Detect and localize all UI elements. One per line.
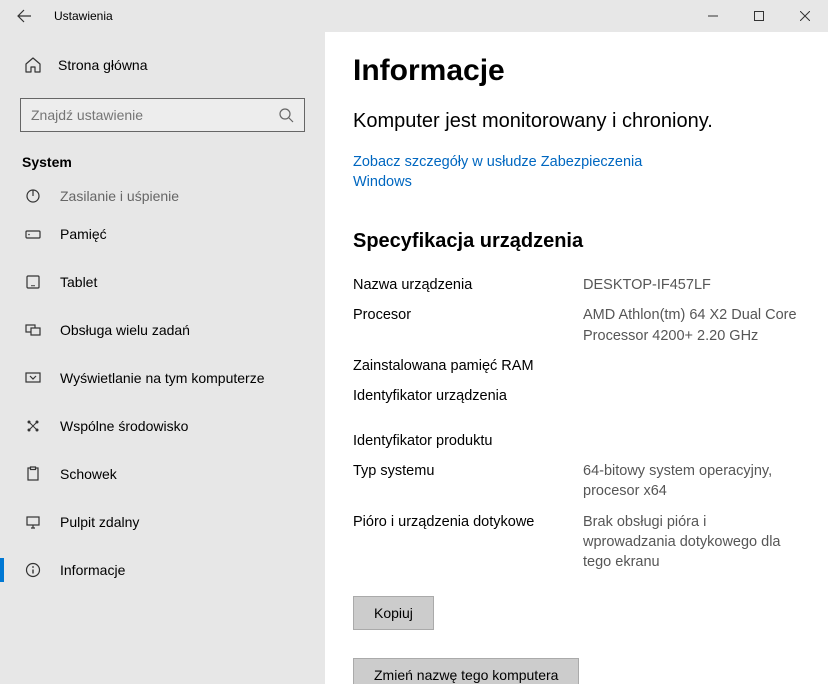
- spec-value: Brak obsługi pióra i wprowadzania dotyko…: [583, 512, 800, 573]
- spec-value: AMD Athlon(tm) 64 X2 Dual Core Processor…: [583, 305, 800, 346]
- spec-value: DESKTOP-IF457LF: [583, 275, 711, 295]
- storage-icon: [24, 226, 42, 242]
- sidebar-item-projecting[interactable]: Wyświetlanie na tym komputerze: [0, 354, 325, 402]
- spec-pen-touch: Pióro i urządzenia dotykowe Brak obsługi…: [353, 512, 800, 573]
- close-button[interactable]: [782, 0, 828, 32]
- maximize-icon: [754, 11, 764, 21]
- spec-label: Nazwa urządzenia: [353, 275, 583, 295]
- spec-label: Pióro i urządzenia dotykowe: [353, 512, 583, 573]
- device-spec-heading: Specyfikacja urządzenia: [353, 230, 800, 253]
- window-controls: [690, 0, 828, 32]
- nav-list: Zasilanie i uśpienie Pamięć Tablet Obsłu…: [0, 180, 325, 594]
- remote-icon: [24, 514, 42, 530]
- spec-device-id: Identyfikator urządzenia: [353, 386, 800, 406]
- home-label: Strona główna: [58, 57, 148, 73]
- spec-device-name: Nazwa urządzenia DESKTOP-IF457LF: [353, 275, 800, 295]
- sidebar-item-remote[interactable]: Pulpit zdalny: [0, 498, 325, 546]
- sidebar-item-multitask[interactable]: Obsługa wielu zadań: [0, 306, 325, 354]
- spec-system-type: Typ systemu 64-bitowy system operacyjny,…: [353, 461, 800, 502]
- spec-ram: Zainstalowana pamięć RAM: [353, 356, 800, 376]
- back-button[interactable]: [0, 0, 48, 32]
- category-heading: System: [20, 154, 305, 170]
- sidebar-item-tablet[interactable]: Tablet: [0, 258, 325, 306]
- page-title: Informacje: [353, 54, 800, 88]
- search-icon: [278, 107, 294, 123]
- search-box[interactable]: [20, 98, 305, 132]
- copy-button[interactable]: Kopiuj: [353, 596, 434, 630]
- minimize-button[interactable]: [690, 0, 736, 32]
- spec-label: Zainstalowana pamięć RAM: [353, 356, 583, 376]
- sidebar-item-shared[interactable]: Wspólne środowisko: [0, 402, 325, 450]
- spec-product-id: Identyfikator produktu: [353, 431, 800, 451]
- sidebar-item-storage[interactable]: Pamięć: [0, 210, 325, 258]
- search-input[interactable]: [31, 107, 278, 123]
- sidebar-item-label: Wspólne środowisko: [60, 418, 188, 434]
- minimize-icon: [708, 11, 718, 21]
- content-pane: Informacje Komputer jest monitorowany i …: [325, 32, 828, 684]
- sidebar-item-label: Informacje: [60, 562, 125, 578]
- spec-label: Typ systemu: [353, 461, 583, 502]
- clipboard-icon: [24, 466, 42, 482]
- sidebar-item-label: Schowek: [60, 466, 117, 482]
- window-title: Ustawienia: [54, 9, 113, 23]
- spec-label: Procesor: [353, 305, 583, 346]
- sidebar-item-label: Obsługa wielu zadań: [60, 322, 190, 338]
- back-arrow-icon: [16, 8, 32, 24]
- spec-processor: Procesor AMD Athlon(tm) 64 X2 Dual Core …: [353, 305, 800, 346]
- titlebar: Ustawienia: [0, 0, 828, 32]
- sidebar-item-label: Wyświetlanie na tym komputerze: [60, 370, 265, 386]
- sidebar-item-label: Zasilanie i uśpienie: [60, 188, 179, 204]
- sidebar-item-label: Tablet: [60, 274, 97, 290]
- spec-value: 64-bitowy system operacyjny, procesor x6…: [583, 461, 800, 502]
- sidebar-item-clipboard[interactable]: Schowek: [0, 450, 325, 498]
- multitask-icon: [24, 322, 42, 338]
- sidebar: Strona główna System Zasilanie i uśpieni…: [0, 32, 325, 684]
- power-icon: [24, 188, 42, 204]
- home-link[interactable]: Strona główna: [20, 56, 305, 74]
- projecting-icon: [24, 370, 42, 386]
- tablet-icon: [24, 274, 42, 290]
- shared-icon: [24, 418, 42, 434]
- maximize-button[interactable]: [736, 0, 782, 32]
- info-icon: [24, 562, 42, 578]
- sidebar-item-label: Pulpit zdalny: [60, 514, 139, 530]
- sidebar-item-power[interactable]: Zasilanie i uśpienie: [0, 180, 325, 210]
- spec-label: Identyfikator urządzenia: [353, 386, 583, 406]
- sidebar-item-label: Pamięć: [60, 226, 107, 242]
- spec-label: Identyfikator produktu: [353, 431, 583, 451]
- close-icon: [800, 11, 810, 21]
- sidebar-item-about[interactable]: Informacje: [0, 546, 325, 594]
- home-icon: [24, 56, 42, 74]
- rename-pc-button[interactable]: Zmień nazwę tego komputera: [353, 658, 579, 684]
- security-details-link[interactable]: Zobacz szczegóły w usłudze Zabezpieczeni…: [353, 153, 653, 192]
- protection-status: Komputer jest monitorowany i chroniony.: [353, 108, 800, 135]
